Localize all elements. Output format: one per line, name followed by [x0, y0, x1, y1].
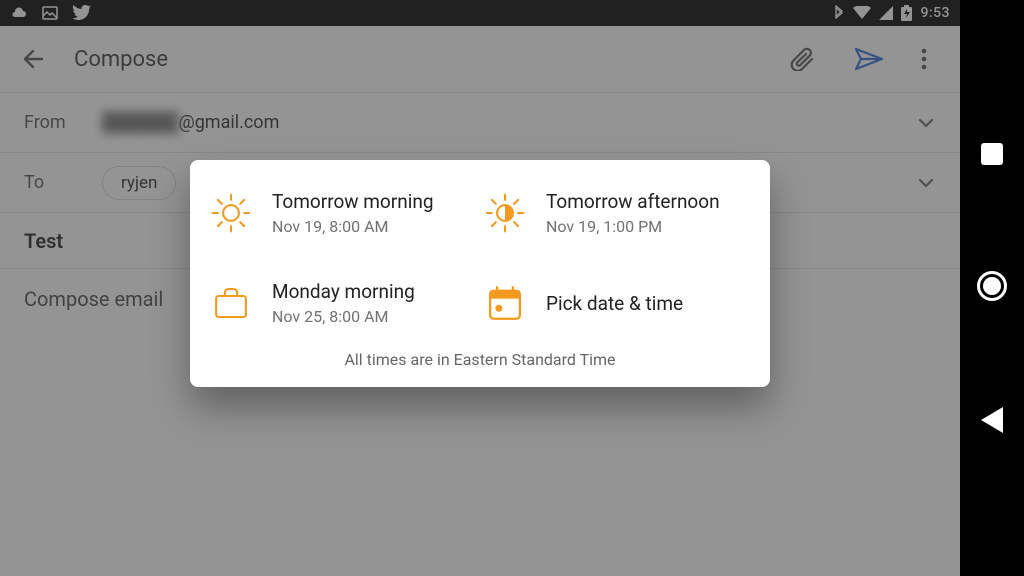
home-button[interactable]: [977, 271, 1007, 301]
schedule-option-pick-date-time[interactable]: Pick date & time: [484, 280, 750, 326]
option-title: Monday morning: [272, 280, 415, 303]
sun-icon: [210, 192, 252, 234]
half-sun-icon: [484, 192, 526, 234]
schedule-option-monday-morning[interactable]: Monday morning Nov 25, 8:00 AM: [210, 280, 476, 326]
back-button[interactable]: [981, 407, 1003, 433]
dialog-footer: All times are in Eastern Standard Time: [210, 350, 750, 369]
calendar-icon: [484, 282, 526, 324]
option-subtitle: Nov 19, 8:00 AM: [272, 217, 433, 236]
schedule-option-tomorrow-morning[interactable]: Tomorrow morning Nov 19, 8:00 AM: [210, 190, 476, 236]
option-title: Pick date & time: [546, 292, 683, 315]
briefcase-icon: [210, 282, 252, 324]
schedule-option-tomorrow-afternoon[interactable]: Tomorrow afternoon Nov 19, 1:00 PM: [484, 190, 750, 236]
option-subtitle: Nov 19, 1:00 PM: [546, 217, 720, 236]
schedule-send-dialog: Tomorrow morning Nov 19, 8:00 AM Tomorro…: [190, 160, 770, 387]
recent-apps-button[interactable]: [981, 143, 1003, 165]
option-title: Tomorrow afternoon: [546, 190, 720, 213]
option-title: Tomorrow morning: [272, 190, 433, 213]
option-subtitle: Nov 25, 8:00 AM: [272, 307, 415, 326]
android-nav-bar: [960, 0, 1024, 576]
